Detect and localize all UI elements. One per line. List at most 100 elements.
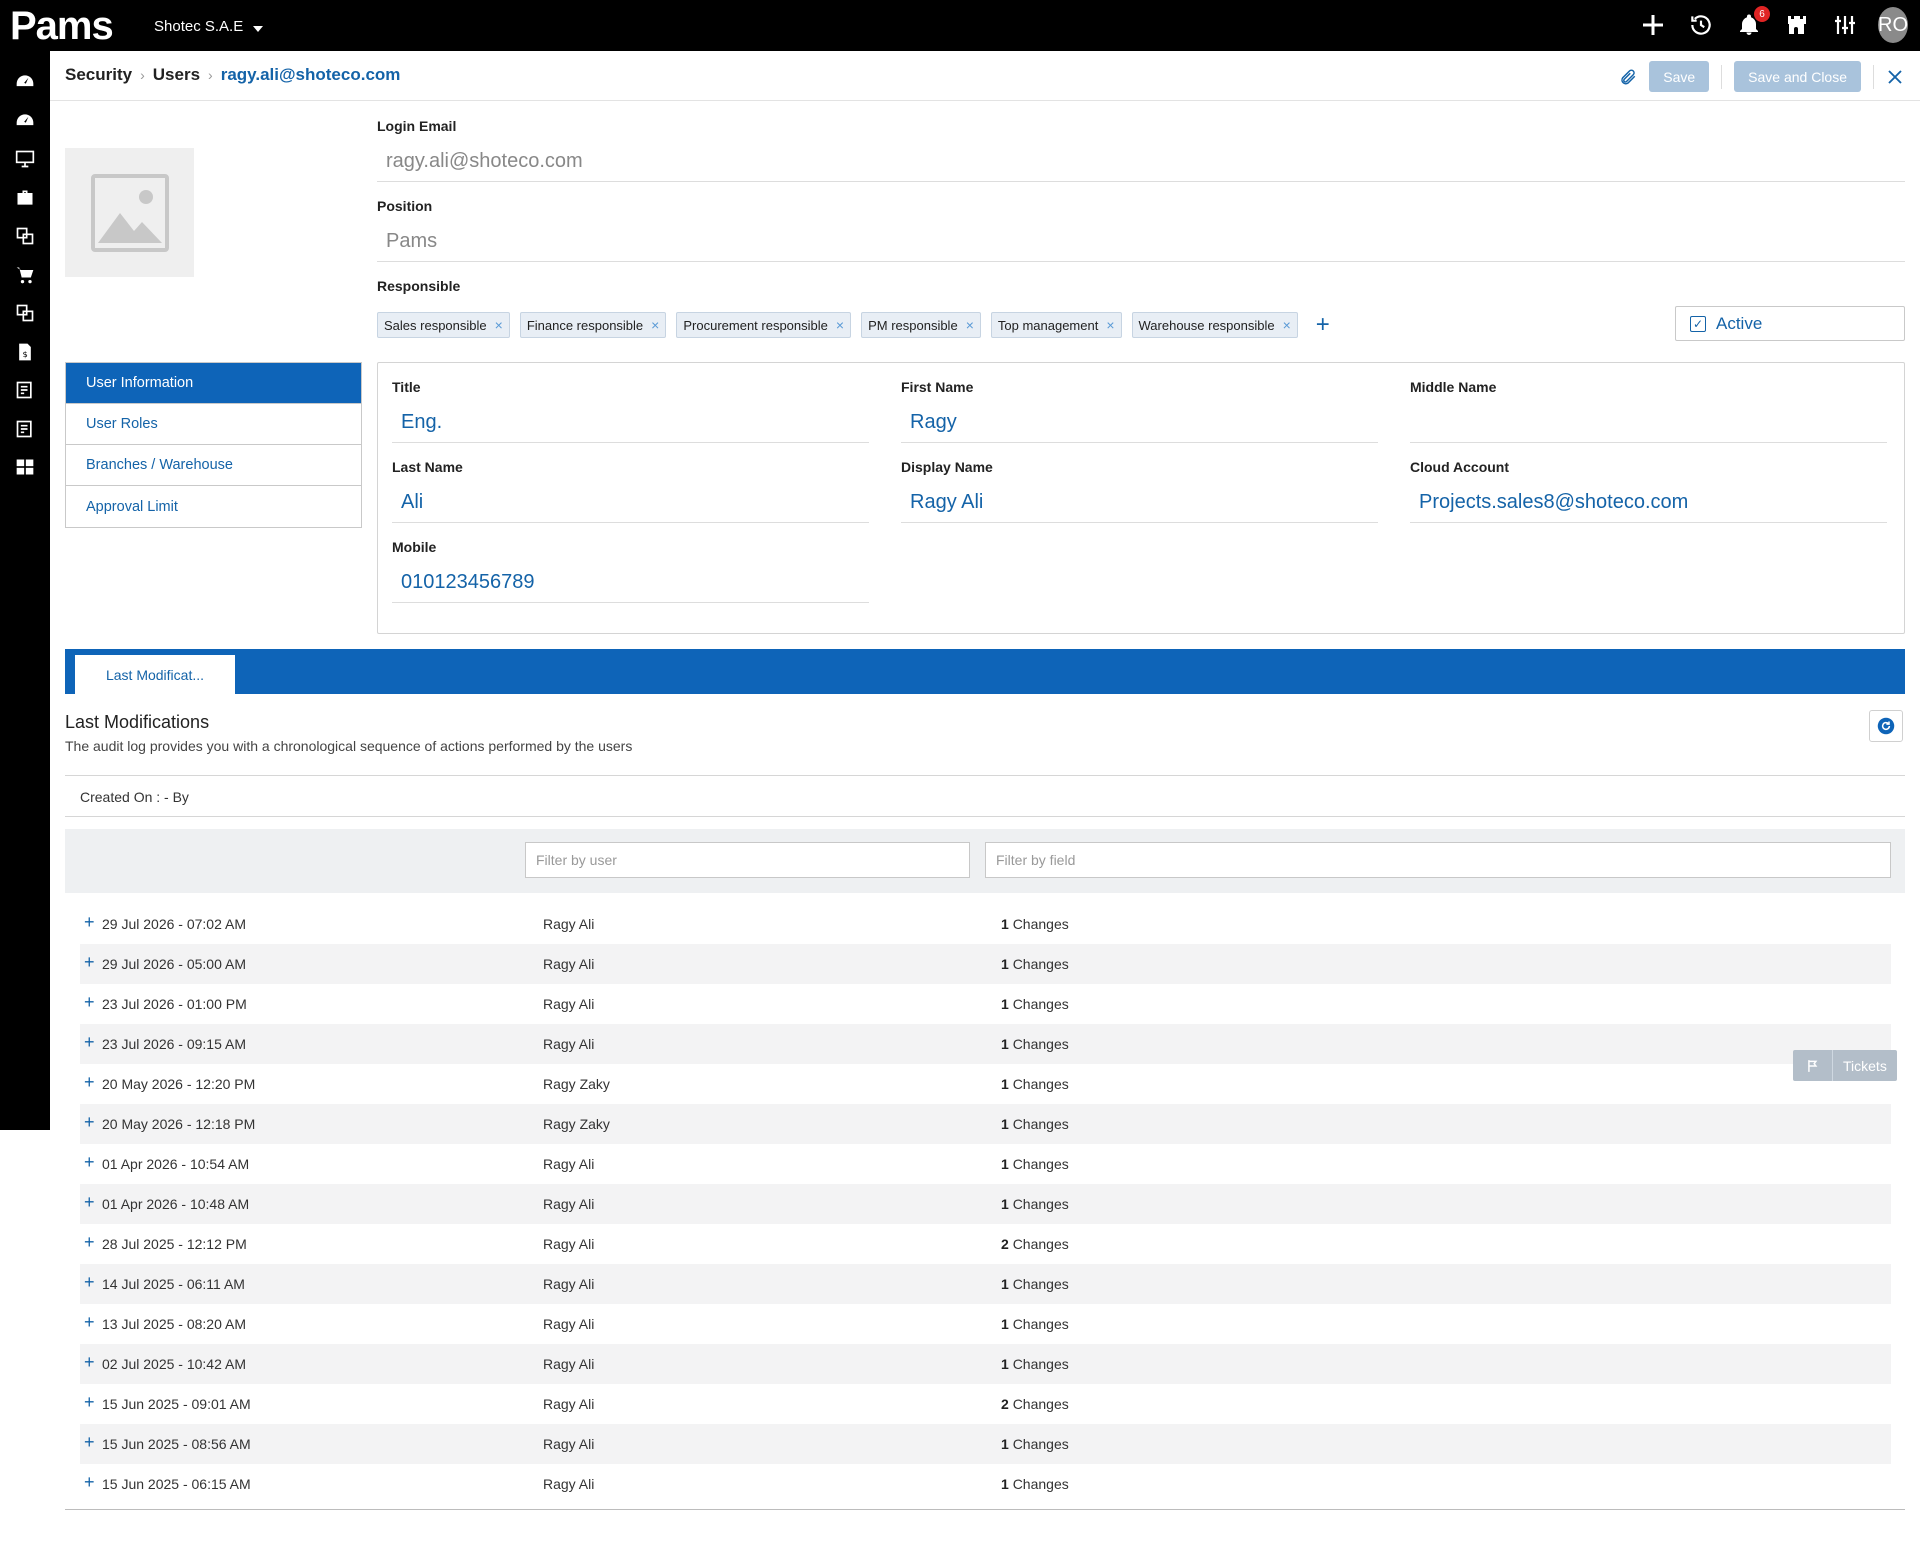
remove-tag-icon[interactable]: × [966,317,974,333]
expand-row-icon[interactable]: + [84,952,98,973]
save-and-close-button[interactable]: Save and Close [1734,61,1861,92]
row-user: Ragy Ali [543,1236,595,1252]
changes-count: 1 [1001,1356,1009,1372]
changes-count: 1 [1001,1476,1009,1492]
dashboard-icon[interactable] [0,63,50,102]
table-row[interactable]: +20 May 2026 - 12:20 PM Ragy Zaky 1 Change… [80,1064,1891,1104]
tickets-label: Tickets [1843,1057,1887,1074]
responsible-tag[interactable]: Top management × [990,312,1122,338]
expand-row-icon[interactable]: + [84,1032,98,1053]
expand-row-icon[interactable]: + [84,1312,98,1333]
table-row[interactable]: +02 Jul 2025 - 10:42 AM Ragy Ali 1 Changes [80,1344,1891,1384]
responsible-tag[interactable]: Sales responsible × [377,312,510,338]
table-row[interactable]: +29 Jul 2026 - 05:00 AM Ragy Ali 1 Changes [80,944,1891,984]
cart-icon[interactable] [0,256,50,295]
expand-row-icon[interactable]: + [84,1152,98,1173]
row-user: Ragy Ali [543,916,595,932]
responsible-tags: Sales responsible × Finance responsible × … [377,311,1330,339]
table-row[interactable]: +20 May 2026 - 12:18 PM Ragy Zaky 1 Change… [80,1104,1891,1144]
expand-row-icon[interactable]: + [84,1392,98,1413]
remove-tag-icon[interactable]: × [495,317,503,333]
menu-item-user-roles[interactable]: User Roles [66,404,361,445]
expand-row-icon[interactable]: + [84,992,98,1013]
settings-sliders-icon[interactable] [1830,8,1860,42]
expand-row-icon[interactable]: + [84,1272,98,1293]
table-row[interactable]: +28 Jul 2025 - 12:12 PM Ragy Ali 2 Changes [80,1224,1891,1264]
expand-row-icon[interactable]: + [84,1232,98,1253]
expand-row-icon[interactable]: + [84,1432,98,1453]
mobile-field[interactable]: 010123456789 [401,571,534,594]
audit-log-list: +29 Jul 2026 - 07:02 AM Ragy Ali 1 Changes… [80,904,1891,1504]
briefcase-icon[interactable] [0,179,50,218]
menu-item-approval-limit[interactable]: Approval Limit [66,486,361,527]
table-row[interactable]: +15 Jun 2025 - 09:01 AM Ragy Ali 2 Changes [80,1384,1891,1424]
app-logo[interactable]: Pams [10,4,114,48]
position-field[interactable]: Pams [386,230,437,253]
monitor-icon[interactable] [0,140,50,179]
expand-row-icon[interactable]: + [84,912,98,933]
report-gear-icon[interactable] [0,410,50,449]
responsible-tag[interactable]: Procurement responsible × [676,312,852,338]
table-row[interactable]: +29 Jul 2026 - 07:02 AM Ragy Ali 1 Changes [80,904,1891,944]
grid-layout-icon[interactable] [0,448,50,487]
last-name-field[interactable]: Ali [401,491,423,514]
cloud-account-field[interactable]: Projects.sales8@shoteco.com [1419,491,1688,514]
save-button[interactable]: Save [1649,61,1710,92]
expand-row-icon[interactable]: + [84,1472,98,1493]
expand-row-icon[interactable]: + [84,1192,98,1213]
history-icon[interactable] [1686,8,1716,42]
table-row[interactable]: +14 Jul 2025 - 06:11 AM Ragy Ali 1 Changes [80,1264,1891,1304]
filter-by-field-input[interactable] [985,842,1891,878]
table-row[interactable]: +01 Apr 2026 - 10:48 AM Ragy Ali 1 Changes [80,1184,1891,1224]
row-user: Ragy Ali [543,956,595,972]
user-photo[interactable] [65,148,194,277]
filter-by-user-input[interactable] [525,842,970,878]
breadcrumb-security[interactable]: Security [65,65,132,85]
responsible-tag[interactable]: PM responsible × [861,312,981,338]
first-name-field[interactable]: Ragy [910,411,957,434]
dashboard-alt-icon[interactable] [0,102,50,141]
table-row[interactable]: +15 Jun 2025 - 06:15 AM Ragy Ali 1 Changes [80,1464,1891,1504]
report-check-icon[interactable] [0,371,50,410]
changes-label: Changes [1012,1076,1069,1092]
responsible-tag[interactable]: Finance responsible × [519,312,667,338]
tab-strip: Last Modificat... [65,649,1905,694]
remove-tag-icon[interactable]: × [1106,317,1114,333]
tab-last-modifications[interactable]: Last Modificat... [75,655,235,694]
remove-tag-icon[interactable]: × [651,317,659,333]
transfer-icon[interactable] [0,217,50,256]
table-row[interactable]: +13 Jul 2025 - 08:20 AM Ragy Ali 1 Changes [80,1304,1891,1344]
menu-item-branches-warehouse[interactable]: Branches / Warehouse [66,445,361,486]
invoice-icon[interactable]: $ [0,333,50,372]
company-selector[interactable]: Shotec S.A.E [154,18,264,35]
menu-item-user-information[interactable]: User Information [66,363,361,404]
user-avatar[interactable]: RO [1878,7,1908,43]
remove-tag-icon[interactable]: × [836,317,844,333]
remove-tag-icon[interactable]: × [1283,317,1291,333]
tag-label: Top management [997,317,1099,333]
expand-row-icon[interactable]: + [84,1352,98,1373]
table-row[interactable]: +23 Jul 2026 - 09:15 AM Ragy Ali 1 Changes [80,1024,1891,1064]
expand-row-icon[interactable]: + [84,1112,98,1133]
changes-label: Changes [1012,1236,1069,1252]
close-icon[interactable] [1886,68,1904,86]
login-email-field[interactable]: ragy.ali@shoteco.com [386,150,583,173]
display-name-field[interactable]: Ragy Ali [910,491,983,514]
active-checkbox[interactable]: ✓ Active [1675,306,1905,341]
title-field[interactable]: Eng. [401,411,442,434]
notifications-bell-icon[interactable]: 6 [1734,6,1770,42]
table-row[interactable]: +15 Jun 2025 - 08:56 AM Ragy Ali 1 Changes [80,1424,1891,1464]
castle-icon[interactable] [1782,8,1812,42]
breadcrumb-users[interactable]: Users [153,65,200,85]
expand-row-icon[interactable]: + [84,1072,98,1093]
table-row[interactable]: +23 Jul 2026 - 01:00 PM Ragy Ali 1 Changes [80,984,1891,1024]
add-icon[interactable] [1638,8,1668,42]
responsible-tag[interactable]: Warehouse responsible × [1131,312,1298,338]
refresh-button[interactable] [1869,710,1903,742]
changes-count: 2 [1001,1236,1009,1252]
attachment-icon[interactable] [1619,67,1637,87]
add-responsible-icon[interactable]: + [1316,311,1330,339]
tickets-button[interactable]: Tickets [1793,1050,1897,1081]
exchange-icon[interactable] [0,294,50,333]
table-row[interactable]: +01 Apr 2026 - 10:54 AM Ragy Ali 1 Changes [80,1144,1891,1184]
